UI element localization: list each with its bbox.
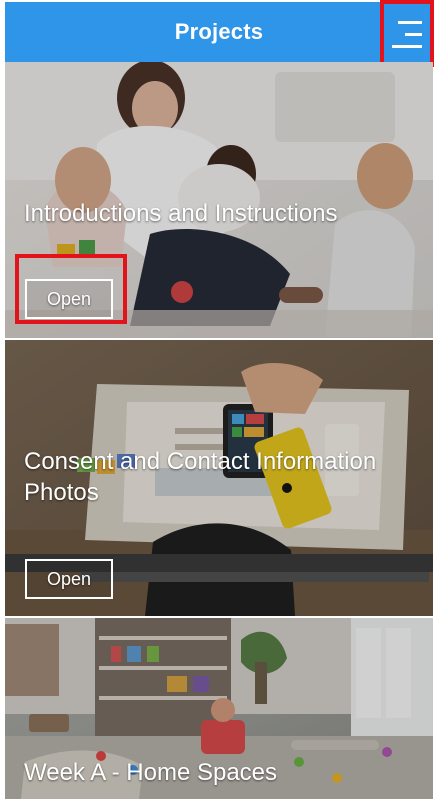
open-button[interactable]: Open	[25, 559, 113, 599]
open-button[interactable]: Open	[25, 279, 113, 319]
project-title: Week A - Home Spaces	[24, 759, 278, 786]
page-title: Projects	[174, 19, 264, 44]
project-card-week-a-home-spaces: Week A - Home Spaces	[5, 618, 433, 799]
app-header: Projects	[5, 2, 433, 62]
menu-button[interactable]	[380, 0, 434, 67]
menu-icon	[392, 20, 422, 48]
project-card-introductions: Introductions and Instructions Open	[5, 62, 433, 338]
project-title: Consent and Contact Information Photos	[24, 448, 377, 506]
mobile-app-screen: Projects Introductions and Instructions …	[0, 0, 438, 799]
project-title: Introductions and Instructions	[24, 200, 338, 227]
project-card-consent-contact: Consent and Contact Information Photos O…	[5, 340, 433, 616]
project-card-list: Introductions and Instructions Open Cons…	[5, 62, 433, 799]
